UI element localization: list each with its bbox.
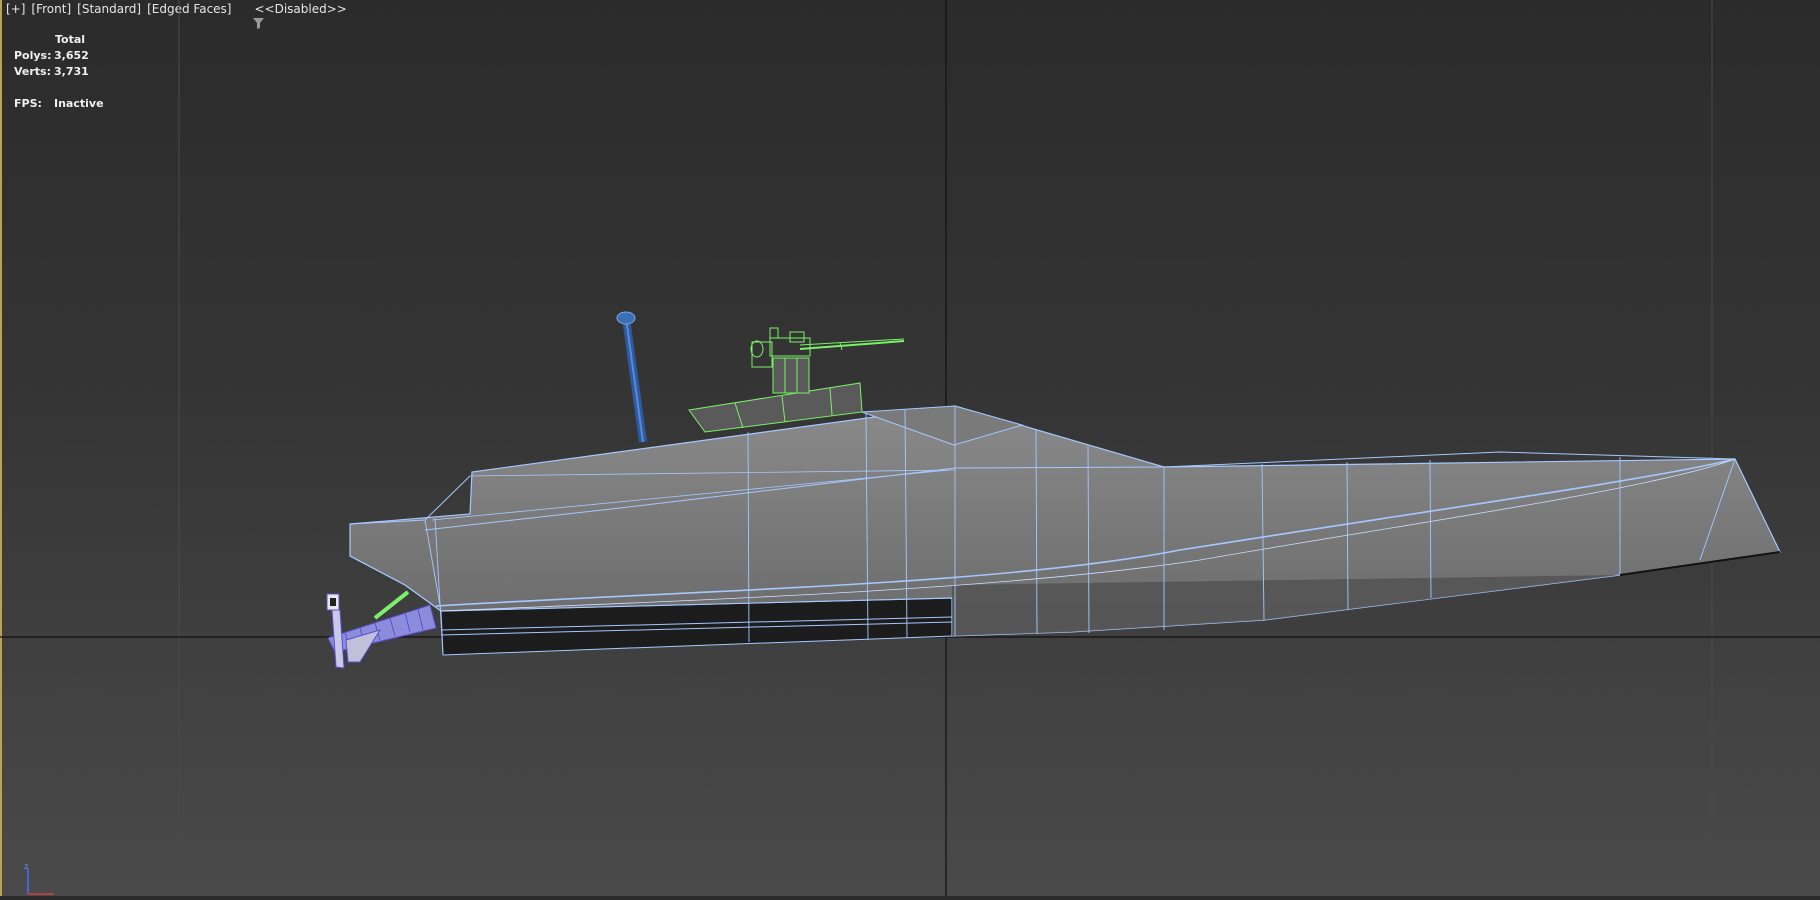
boat-hull[interactable]	[349, 405, 1781, 656]
svg-text:z: z	[24, 862, 28, 871]
viewport-scene[interactable]	[0, 0, 1820, 896]
boat-mast[interactable]	[616, 311, 647, 443]
gun-turret[interactable]	[688, 327, 905, 433]
axis-tripod-icon: z	[18, 862, 58, 900]
propeller-assembly[interactable]	[326, 590, 437, 669]
